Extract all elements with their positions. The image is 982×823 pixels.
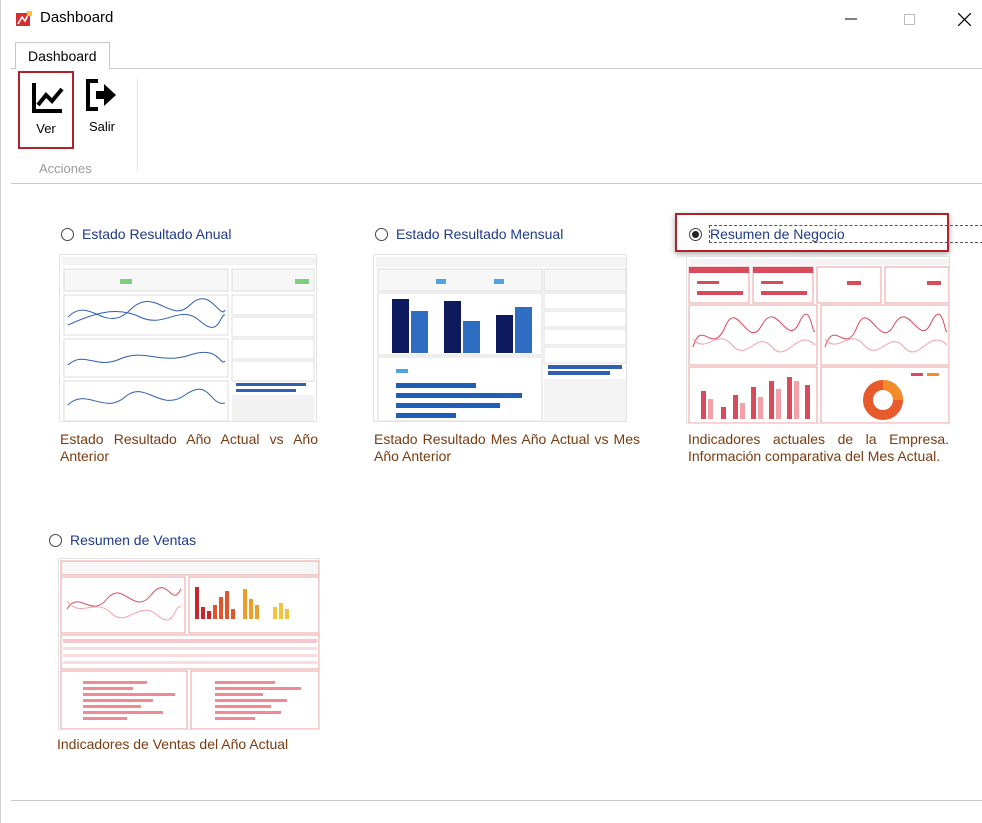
thumbnail-preview [376, 257, 626, 421]
option-label: Resumen de Ventas [70, 532, 197, 548]
ver-button-label: Ver [36, 121, 56, 136]
option-description: Estado Resultado Año Actual vs Año Anter… [60, 431, 318, 464]
tab-dashboard[interactable]: Dashboard [15, 42, 110, 70]
maximize-button[interactable] [886, 0, 932, 38]
option-estado-anual[interactable]: Estado Resultado Anual [61, 226, 231, 242]
ribbon-group-separator [137, 79, 138, 171]
ribbon-group-label: Acciones [39, 161, 92, 176]
thumbnail-resumen-ventas[interactable] [58, 558, 320, 730]
thumbnail-preview [62, 257, 316, 421]
radio-button[interactable] [49, 533, 62, 547]
radio-button[interactable] [61, 227, 74, 241]
radio-button-selected[interactable] [689, 227, 702, 241]
radio-button[interactable] [375, 227, 388, 241]
ver-button[interactable]: Ver [18, 71, 74, 149]
option-estado-mensual[interactable]: Estado Resultado Mensual [375, 226, 563, 242]
option-label: Estado Resultado Mensual [396, 226, 564, 242]
maximize-icon [903, 13, 915, 25]
close-icon [957, 12, 971, 26]
minimize-icon [845, 18, 857, 20]
thumbnail-preview [688, 259, 949, 423]
status-bar-divider [11, 800, 982, 801]
option-resumen-negocio[interactable]: Resumen de Negocio [689, 226, 845, 242]
exit-icon [86, 79, 116, 111]
app-icon [16, 11, 32, 26]
option-label: Estado Resultado Anual [82, 226, 232, 242]
window-title: Dashboard [40, 9, 114, 26]
thumbnail-estado-anual[interactable] [59, 254, 317, 422]
option-description: Estado Resultado Mes Año Actual vs Mes A… [374, 431, 640, 464]
title-bar[interactable]: Dashboard [1, 0, 982, 38]
thumbnail-preview [60, 560, 319, 729]
minimize-button[interactable] [828, 0, 874, 38]
ribbon-tabstrip: Dashboard [11, 38, 982, 70]
thumbnail-resumen-negocio[interactable] [686, 256, 950, 424]
salir-button-label: Salir [88, 119, 115, 134]
option-label: Resumen de Negocio [710, 226, 845, 242]
app-window: Dashboard Dashboard Ver Salir Acciones E… [0, 0, 982, 823]
chart-line-icon [32, 83, 64, 113]
option-description: Indicadores de Ventas del Año Actual [57, 736, 289, 752]
close-button[interactable] [941, 0, 982, 38]
option-resumen-ventas[interactable]: Resumen de Ventas [49, 532, 196, 548]
salir-button[interactable]: Salir [74, 71, 130, 149]
ribbon-panel: Ver Salir Acciones [11, 69, 982, 184]
option-description: Indicadores actuales de la Empresa. Info… [688, 431, 949, 464]
thumbnail-estado-mensual[interactable] [373, 254, 627, 422]
